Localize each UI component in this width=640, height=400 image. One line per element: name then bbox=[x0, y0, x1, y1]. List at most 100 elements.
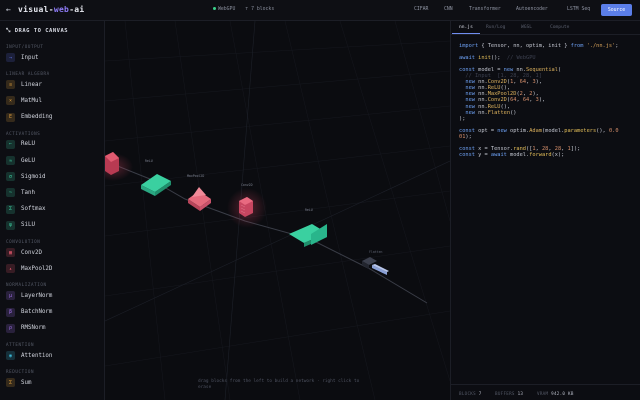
block-layernorm[interactable]: μ LayerNorm bbox=[6, 290, 52, 301]
layernorm-icon: μ bbox=[6, 291, 15, 301]
category-heading: CONVOLUTION bbox=[6, 239, 41, 244]
batchnorm-icon: β bbox=[6, 307, 15, 317]
node-output[interactable] bbox=[372, 264, 389, 275]
back-arrow-icon[interactable]: ← bbox=[6, 5, 11, 14]
attention-icon: ◉ bbox=[6, 351, 15, 360]
blocks-stat: BLOCKS 7 bbox=[459, 391, 482, 396]
source-button[interactable]: Source bbox=[601, 4, 632, 16]
block-palette-sidebar: ⤡ DRAG TO CANVAS INPUT/OUTPUT → Input LINEA… bbox=[0, 21, 105, 400]
sum-icon: Σ bbox=[6, 378, 15, 388]
app-title: visual-web-ai bbox=[18, 5, 85, 14]
code-line: import { Tensor, nn, optim, init } from … bbox=[459, 43, 619, 49]
block-label: Embedding bbox=[21, 114, 53, 121]
block-label: Conv2D bbox=[21, 249, 42, 256]
block-label: Linear bbox=[21, 81, 42, 88]
example-autoencoder[interactable]: Autoencoder bbox=[516, 7, 548, 12]
palette-heading: ⤡ DRAG TO CANVAS bbox=[6, 28, 69, 34]
tab-wgsl[interactable]: WGSL bbox=[521, 25, 532, 30]
buffers-stat: BUFFERS 13 bbox=[495, 391, 524, 396]
floor-grid bbox=[105, 21, 450, 400]
node-label: ReLU bbox=[145, 159, 153, 163]
code-line: const y = await model.forward(x); bbox=[459, 151, 565, 158]
input-icon: → bbox=[6, 53, 15, 62]
node-conv2d[interactable] bbox=[227, 188, 267, 228]
block-rmsnorm[interactable]: ρ RMSNorm bbox=[6, 323, 45, 334]
canvas-hint: drag blocks from the left to build a net… bbox=[198, 379, 360, 390]
softmax-icon: Σ bbox=[6, 204, 15, 214]
block-batchnorm[interactable]: β BatchNorm bbox=[6, 307, 52, 318]
block-maxpool2d[interactable]: ▴ MaxPool2D bbox=[6, 263, 52, 274]
tab-run-log[interactable]: Run/Log bbox=[486, 25, 505, 30]
silu-icon: φ bbox=[6, 220, 15, 230]
block-sum[interactable]: Σ Sum bbox=[6, 377, 31, 388]
block-label: Input bbox=[21, 54, 39, 61]
example-cifar[interactable]: CIFAR bbox=[414, 7, 428, 12]
block-tanh[interactable]: ~ Tanh bbox=[6, 187, 35, 198]
example-lstm-seq[interactable]: LSTM Seq bbox=[567, 7, 590, 12]
node-label: ReLU bbox=[305, 208, 313, 212]
code-line: await init(); // WebGPU bbox=[459, 55, 536, 62]
embedding-icon: E bbox=[6, 112, 15, 122]
block-label: RMSNorm bbox=[21, 325, 46, 332]
category-heading: REDUCTION bbox=[6, 369, 35, 375]
block-embedding[interactable]: E Embedding bbox=[6, 112, 52, 123]
category-heading: LINEAR ALGEBRA bbox=[6, 71, 50, 77]
top-bar: ← visual-web-ai WebGPU ⊤ 7 blocks CIFAR … bbox=[0, 0, 640, 21]
block-label: Softmax bbox=[21, 206, 46, 213]
status-dot-icon bbox=[213, 7, 216, 10]
code-line: 01); bbox=[459, 133, 472, 140]
webgpu-status: WebGPU bbox=[213, 7, 235, 12]
canvas-3d-scene[interactable]: ReLU MaxPool2D Conv2D ReLU Flatten bbox=[105, 21, 450, 400]
block-sigmoid[interactable]: σ Sigmoid bbox=[6, 171, 45, 182]
block-label: SiLU bbox=[21, 222, 35, 229]
tab-compute[interactable]: Compute bbox=[550, 25, 569, 30]
block-linear[interactable]: ≡ Linear bbox=[6, 79, 42, 90]
sigmoid-icon: σ bbox=[6, 172, 15, 182]
block-attention[interactable]: ◉ Attention bbox=[6, 350, 52, 361]
block-label: GeLU bbox=[21, 157, 35, 164]
status-indicators: WebGPU ⊤ 7 blocks bbox=[213, 7, 274, 12]
maxpool2d-icon: ▴ bbox=[6, 264, 15, 274]
gelu-icon: ≈ bbox=[6, 156, 15, 165]
example-cnn[interactable]: CNN bbox=[444, 7, 453, 12]
block-matmul[interactable]: × MatMul bbox=[6, 95, 42, 106]
network-canvas[interactable]: ReLU MaxPool2D Conv2D ReLU Flatten drag … bbox=[105, 21, 450, 400]
matmul-icon: × bbox=[6, 96, 15, 106]
block-conv2d[interactable]: ▦ Conv2D bbox=[6, 247, 42, 258]
block-label: ReLU bbox=[21, 141, 35, 148]
code-tabs: nn.js Run/Log WGSL Compute bbox=[451, 21, 640, 35]
block-softmax[interactable]: Σ Softmax bbox=[6, 204, 45, 215]
vram-stat: VRAM 942.0 KB bbox=[537, 391, 574, 396]
relu-icon: ⌐ bbox=[6, 139, 15, 149]
node-label: MaxPool2D bbox=[187, 174, 204, 178]
code-panel: nn.js Run/Log WGSL Compute import { Tens… bbox=[450, 21, 640, 400]
linear-icon: ≡ bbox=[6, 80, 15, 90]
block-label: Sigmoid bbox=[21, 173, 46, 180]
node-label: Flatten bbox=[369, 250, 383, 254]
conv2d-icon: ▦ bbox=[6, 248, 15, 257]
block-label: Tanh bbox=[21, 189, 35, 196]
block-label: Attention bbox=[21, 352, 53, 359]
code-line: ); bbox=[459, 115, 466, 122]
tanh-icon: ~ bbox=[6, 188, 15, 198]
node-relu-2[interactable] bbox=[289, 224, 327, 247]
node-label: Conv2D bbox=[241, 183, 253, 187]
stats-footer: BLOCKS 7 BUFFERS 13 VRAM 942.0 KB bbox=[451, 384, 640, 400]
block-label: MatMul bbox=[21, 97, 42, 104]
node-input[interactable] bbox=[105, 152, 133, 181]
block-label: BatchNorm bbox=[21, 309, 53, 316]
block-count: ⊤ 7 blocks bbox=[245, 7, 275, 12]
block-input[interactable]: → Input bbox=[6, 52, 38, 63]
block-gelu[interactable]: ≈ GeLU bbox=[6, 155, 35, 166]
category-heading: ATTENTION bbox=[6, 342, 35, 347]
code-line: new nn.Flatten() bbox=[465, 109, 517, 116]
block-relu[interactable]: ⌐ ReLU bbox=[6, 139, 35, 150]
block-label: LayerNorm bbox=[21, 292, 53, 299]
active-tab-indicator bbox=[452, 33, 480, 34]
category-heading: INPUT/OUTPUT bbox=[6, 44, 44, 49]
category-heading: NORMALIZATION bbox=[6, 282, 47, 288]
block-label: MaxPool2D bbox=[21, 265, 53, 272]
tab-nn-js[interactable]: nn.js bbox=[459, 25, 473, 30]
example-transformer[interactable]: Transformer bbox=[469, 7, 501, 12]
block-silu[interactable]: φ SiLU bbox=[6, 220, 35, 231]
